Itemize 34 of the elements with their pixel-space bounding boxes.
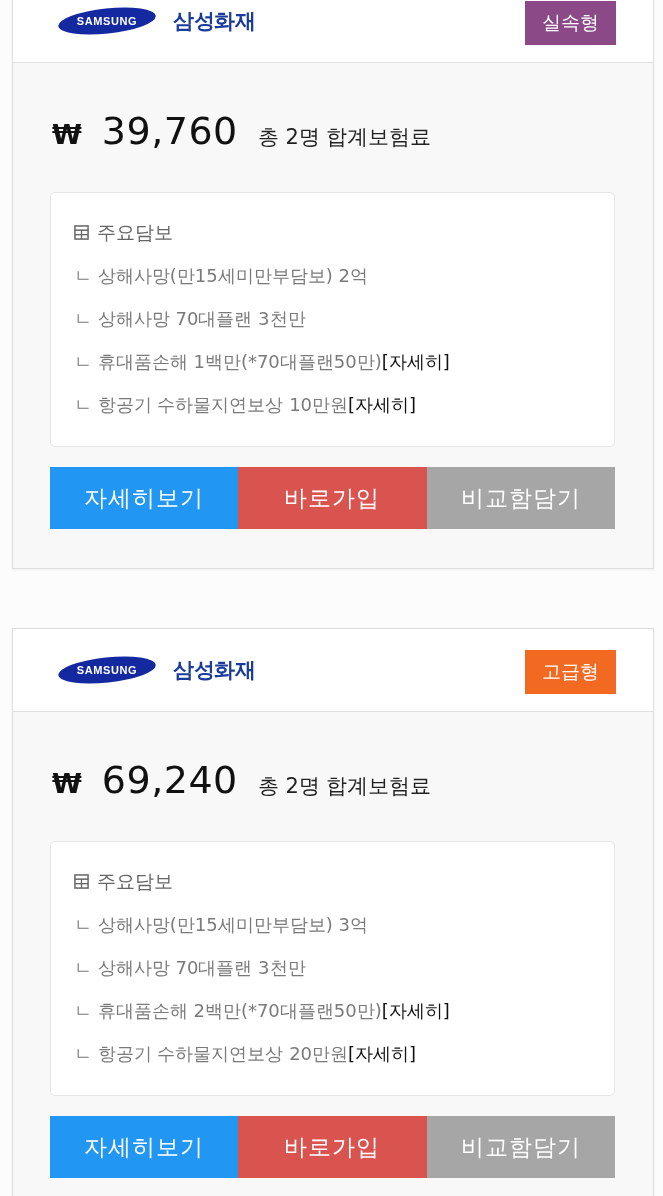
coverage-item: ㄴ 휴대품손해 1백만(*70대플랜50만)[자세히] xyxy=(74,350,451,374)
detail-button[interactable]: 자세히보기 xyxy=(50,467,239,529)
currency-symbol: ₩ xyxy=(52,119,82,150)
coverage-item: ㄴ 휴대품손해 2백만(*70대플랜50만)[자세히] xyxy=(74,999,451,1023)
coverage-title: 주요담보 xyxy=(97,219,173,245)
coverage-item: ㄴ 상해사망 70대플랜 3천만 xyxy=(74,307,307,331)
coverage-title: 주요담보 xyxy=(97,868,173,894)
detail-link[interactable]: [자세히] xyxy=(348,1043,417,1064)
detail-link[interactable]: [자세히] xyxy=(381,351,450,372)
grid-icon xyxy=(74,225,89,240)
join-button[interactable]: 바로가입 xyxy=(238,467,427,529)
detail-link[interactable]: [자세히] xyxy=(348,394,417,415)
compare-button[interactable]: 비교함담기 xyxy=(426,1116,615,1178)
detail-link[interactable]: [자세히] xyxy=(381,1000,450,1021)
price-note: 총 2명 합계보험료 xyxy=(257,124,432,151)
coverage-item: ㄴ 상해사망 70대플랜 3천만 xyxy=(74,956,307,980)
compare-button[interactable]: 비교함담기 xyxy=(426,467,615,529)
plan-badge: 실속형 xyxy=(525,1,616,45)
coverage-item: ㄴ 항공기 수하물지연보상 10만원[자세히] xyxy=(74,393,418,417)
company-name: 삼성화재 xyxy=(173,657,255,684)
price-amount: 69,240 xyxy=(101,758,238,802)
plan-badge: 고급형 xyxy=(525,650,616,694)
detail-button[interactable]: 자세히보기 xyxy=(50,1116,239,1178)
brand-logo: SAMSUNG xyxy=(57,656,157,684)
brand-logo: SAMSUNG xyxy=(57,7,157,35)
grid-icon xyxy=(74,874,89,889)
currency-symbol: ₩ xyxy=(52,768,82,799)
company-name: 삼성화재 xyxy=(173,8,255,35)
join-button[interactable]: 바로가입 xyxy=(238,1116,427,1178)
price-note: 총 2명 합계보험료 xyxy=(257,773,432,800)
price-amount: 39,760 xyxy=(101,109,238,153)
coverage-item: ㄴ 상해사망(만15세미만부담보) 2억 xyxy=(74,264,369,288)
coverage-item: ㄴ 항공기 수하물지연보상 20만원[자세히] xyxy=(74,1042,418,1066)
coverage-item: ㄴ 상해사망(만15세미만부담보) 3억 xyxy=(74,913,369,937)
